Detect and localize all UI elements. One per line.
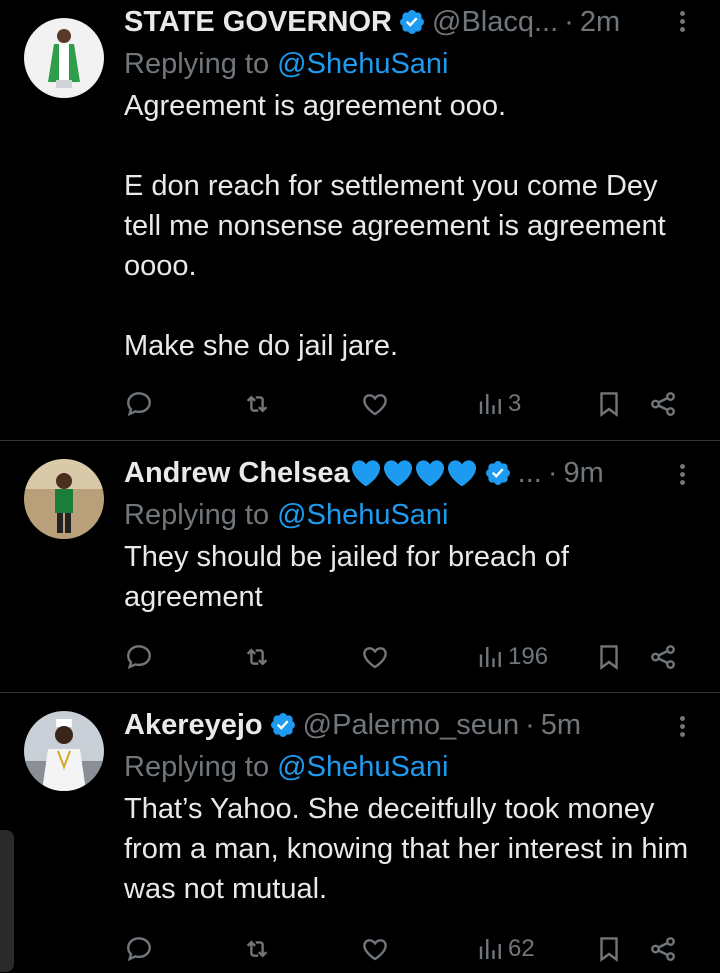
replying-to-label: Replying to	[124, 499, 278, 531]
share-icon	[651, 392, 675, 416]
bookmark-button[interactable]	[594, 384, 624, 424]
timestamp[interactable]: 9m	[563, 457, 603, 490]
more-icon[interactable]	[680, 8, 686, 35]
share-icon	[651, 645, 675, 669]
replying-to: Replying to @ShehuSani	[124, 495, 700, 535]
share-button[interactable]	[648, 929, 678, 969]
handle[interactable]: ...	[518, 457, 542, 490]
reply-button[interactable]	[124, 637, 154, 677]
bookmark-icon	[600, 645, 618, 670]
views-button[interactable]: 62	[476, 929, 535, 969]
display-name[interactable]: STATE GOVERNOR	[124, 6, 392, 39]
avatar[interactable]	[24, 711, 104, 791]
replying-to: Replying to @ShehuSani	[124, 44, 700, 84]
bookmark-icon	[600, 937, 618, 962]
timestamp[interactable]: 2m	[580, 6, 620, 39]
bookmark-button[interactable]	[594, 637, 624, 677]
more-icon[interactable]	[680, 461, 686, 488]
handle[interactable]: @Blacq...	[432, 6, 558, 39]
retweet-icon	[246, 648, 268, 666]
verified-badge-icon	[400, 10, 424, 34]
tweet-header: Andrew Chelsea ... · 9m	[124, 451, 700, 495]
emoji-hearts	[350, 458, 478, 488]
like-button[interactable]	[360, 929, 390, 969]
blue-heart-icon	[415, 460, 444, 487]
like-button[interactable]	[360, 637, 390, 677]
scrollbar-thumb[interactable]	[0, 830, 14, 972]
reply-icon	[127, 392, 151, 417]
replying-to-label: Replying to	[124, 751, 278, 783]
tweet-akereyejo[interactable]: Akereyejo @Palermo_seun · 5m Replying to…	[0, 693, 720, 973]
views-count: 196	[508, 643, 549, 670]
share-button[interactable]	[648, 384, 678, 424]
views-icon	[479, 647, 501, 667]
views-count: 62	[508, 935, 535, 962]
reply-button[interactable]	[124, 384, 154, 424]
verified-badge-icon	[270, 713, 295, 737]
mention-link[interactable]: @ShehuSani	[277, 499, 448, 531]
tweet-header: STATE GOVERNOR @Blacq... · 2m	[124, 0, 700, 44]
blue-heart-icon	[383, 460, 412, 487]
views-button[interactable]: 3	[476, 384, 521, 424]
views-icon	[479, 394, 501, 414]
views-count: 3	[508, 390, 522, 417]
replying-to: Replying to @ShehuSani	[124, 747, 700, 787]
display-name[interactable]: Akereyejo	[124, 709, 263, 742]
retweet-icon	[246, 940, 268, 958]
tweet-text: That’s Yahoo. She deceitfully took money…	[124, 793, 697, 905]
tweet-text: They should be jailed for breach of agre…	[124, 541, 578, 613]
tweet-state-governor[interactable]: STATE GOVERNOR @Blacq... · 2m Replying t…	[0, 0, 720, 441]
reply-icon	[127, 937, 151, 962]
like-button[interactable]	[360, 384, 390, 424]
like-icon	[363, 939, 387, 961]
mention-link[interactable]: @ShehuSani	[277, 751, 448, 783]
views-button[interactable]: 196	[476, 637, 548, 677]
display-name[interactable]: Andrew Chelsea	[124, 457, 350, 490]
views-icon	[479, 939, 501, 959]
share-icon	[651, 937, 675, 961]
tweet-text: Agreement is agreement ooo. E don reach …	[124, 90, 666, 362]
action-bar: 62	[124, 929, 700, 969]
separator-dot: ·	[547, 456, 558, 489]
separator-dot: ·	[564, 5, 574, 38]
timestamp[interactable]: 5m	[541, 709, 581, 742]
blue-heart-icon	[351, 460, 380, 487]
blue-heart-icon	[447, 460, 476, 487]
retweet-button[interactable]	[242, 929, 272, 969]
like-icon	[363, 394, 387, 416]
retweet-button[interactable]	[242, 637, 272, 677]
reply-icon	[127, 645, 151, 670]
mention-link[interactable]: @ShehuSani	[277, 48, 448, 80]
tweet-header: Akereyejo @Palermo_seun · 5m	[124, 703, 700, 747]
action-bar: 196	[124, 637, 700, 677]
reply-feed: STATE GOVERNOR @Blacq... · 2m Replying t…	[0, 0, 720, 973]
reply-button[interactable]	[124, 929, 154, 969]
avatar[interactable]	[24, 18, 104, 98]
retweet-icon	[246, 395, 268, 413]
handle[interactable]: @Palermo_seun	[303, 709, 519, 742]
tweet-andrew-chelsea[interactable]: Andrew Chelsea ... · 9m Replying to @She…	[0, 441, 720, 693]
retweet-button[interactable]	[242, 384, 272, 424]
share-button[interactable]	[648, 637, 678, 677]
like-icon	[363, 647, 387, 669]
bookmark-icon	[600, 392, 618, 417]
separator-dot: ·	[525, 708, 535, 741]
avatar[interactable]	[24, 459, 104, 539]
more-icon[interactable]	[680, 713, 686, 740]
replying-to-label: Replying to	[124, 48, 278, 80]
bookmark-button[interactable]	[594, 929, 624, 969]
action-bar: 3	[124, 384, 700, 424]
verified-badge-icon	[485, 461, 510, 485]
